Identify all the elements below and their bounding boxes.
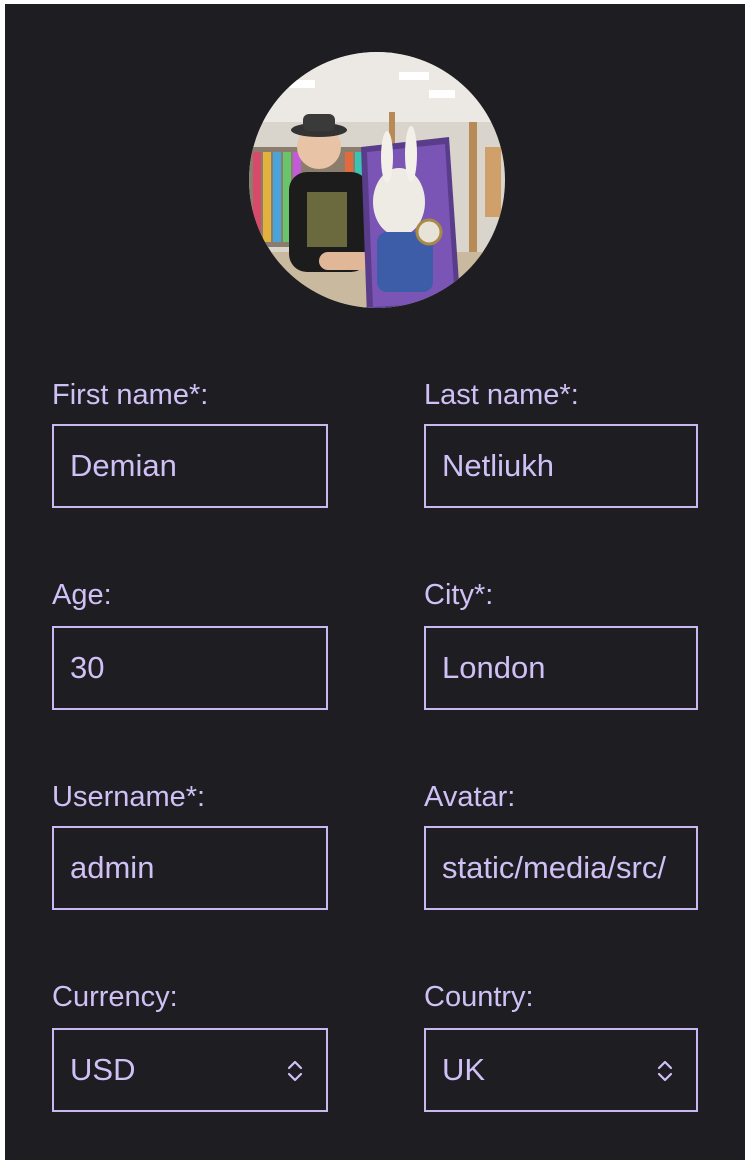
avatar-photo-icon bbox=[249, 52, 505, 308]
avatar-url-input[interactable]: static/media/src/ bbox=[424, 826, 698, 910]
select-arrows-icon bbox=[287, 1060, 303, 1082]
country-label: Country: bbox=[424, 981, 534, 1013]
select-arrows-icon bbox=[657, 1060, 673, 1082]
currency-label: Currency: bbox=[52, 981, 178, 1013]
first-name-input[interactable]: Demian bbox=[52, 424, 328, 508]
username-label: Username*: bbox=[52, 781, 206, 813]
currency-select[interactable]: USD bbox=[52, 1028, 328, 1112]
username-input[interactable]: admin bbox=[52, 826, 328, 910]
profile-avatar-image bbox=[249, 52, 505, 308]
age-input[interactable]: 30 bbox=[52, 626, 328, 710]
last-name-input[interactable]: Netliukh bbox=[424, 424, 698, 508]
profile-form-panel: First name*: Demian Last name*: Netliukh… bbox=[5, 4, 745, 1160]
country-select[interactable]: UK bbox=[424, 1028, 698, 1112]
currency-select-value: USD bbox=[70, 1052, 136, 1087]
country-select-value: UK bbox=[442, 1052, 486, 1087]
city-input[interactable]: London bbox=[424, 626, 698, 710]
last-name-label: Last name*: bbox=[424, 379, 579, 411]
age-label: Age: bbox=[52, 579, 112, 611]
avatar-label: Avatar: bbox=[424, 781, 516, 813]
city-label: City*: bbox=[424, 579, 494, 611]
first-name-label: First name*: bbox=[52, 379, 209, 411]
